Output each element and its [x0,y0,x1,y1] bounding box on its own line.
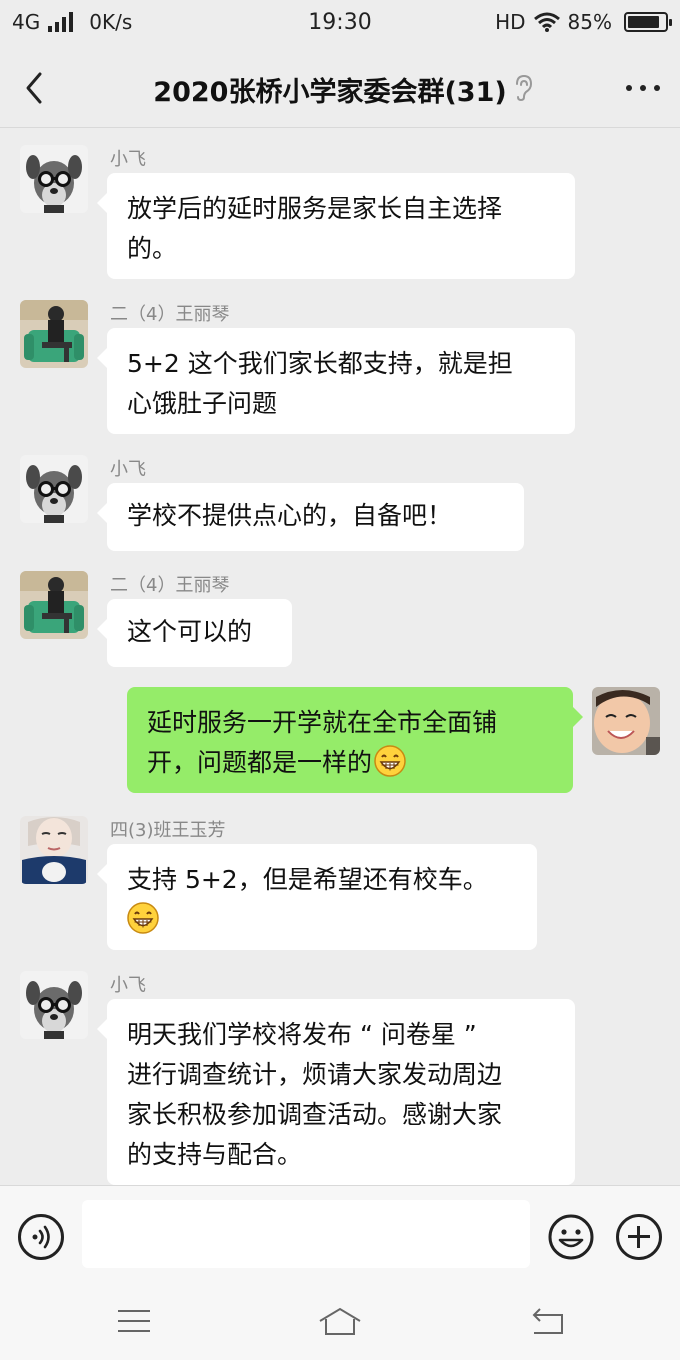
system-nav-bar [0,1283,680,1360]
back-arrow-icon[interactable] [528,1305,568,1337]
grin-emoji-icon [374,745,406,777]
person-on-green-chair-avatar [20,571,88,639]
message-line: 心饿肚子问题 [127,389,278,418]
avatar[interactable] [20,145,88,213]
status-bar: 4G 0K/s 19:30 HD 85% [0,0,680,48]
message-list[interactable]: 小飞 放学后的延时服务是家长自主选择 的。 二（4）王丽琴 5+2 这个我们家长… [0,129,680,1185]
message-line: 学校不提供点心的，自备吧！ [127,501,453,530]
battery-fill [628,16,659,28]
message-line: 家长积极参加调查活动。感谢大家 [127,1100,503,1129]
dog-with-glasses-avatar [20,971,88,1039]
woman-portrait-avatar [20,816,88,884]
message-bubble[interactable]: 支持 5+2，但是希望还有校车。 [97,844,537,950]
message-line [127,900,517,940]
dog-with-glasses-avatar [20,145,88,213]
sender-name: 小飞 [110,459,146,480]
sender-name: 二（4）王丽琴 [110,575,230,596]
message-bubble-self[interactable]: 延时服务一开学就在全市全面铺 开，问题都是一样的 [127,687,583,793]
avatar[interactable] [20,971,88,1039]
sender-name: 小飞 [110,975,146,996]
message-line: 延时服务一开学就在全市全面铺 [147,708,498,737]
message-bubble[interactable]: 这个可以的 [97,599,292,667]
menu-icon[interactable] [114,1305,154,1337]
avatar[interactable] [592,687,660,755]
chat-title: 2020张桥小学家委会群(31) [153,77,507,108]
message-line: 这个可以的 [127,617,253,646]
message-input[interactable] [82,1200,530,1268]
voice-icon[interactable] [18,1214,64,1260]
message-line: 放学后的延时服务是家长自主选择 [127,194,503,223]
message-line: 的支持与配合。 [127,1140,303,1169]
hd-indicator: HD [495,10,526,34]
message-line-text: 开，问题都是一样的 [147,748,373,777]
status-right: HD 85% [495,10,672,34]
avatar[interactable] [20,455,88,523]
message-line: 开，问题都是一样的 [147,743,553,783]
wifi-icon [533,12,560,32]
message-line: 5+2 这个我们家长都支持，就是担 [127,349,513,378]
dog-with-glasses-avatar [20,455,88,523]
battery-percent: 85% [567,10,612,34]
more-dots-icon[interactable] [626,78,660,98]
avatar[interactable] [20,300,88,368]
message-bubble[interactable]: 5+2 这个我们家长都支持，就是担 心饿肚子问题 [97,328,575,434]
smiling-child-avatar [592,687,660,755]
grin-emoji-icon [127,902,159,934]
ear-icon [516,74,533,102]
emoji-icon[interactable] [548,1214,594,1260]
avatar[interactable] [20,816,88,884]
chat-header: 2020张桥小学家委会群(31) [0,48,680,128]
sender-name: 四(3)班王玉芳 [110,820,226,841]
message-line: 进行调查统计，烦请大家发动周边 [127,1060,503,1089]
message-bubble[interactable]: 明天我们学校将发布 “ 问卷星 ” 进行调查统计，烦请大家发动周边 家长积极参加… [97,999,575,1185]
avatar[interactable] [20,571,88,639]
message-line: 明天我们学校将发布 “ 问卷星 ” [127,1020,477,1049]
message-bubble[interactable]: 学校不提供点心的，自备吧！ [97,483,524,551]
message-line: 的。 [127,234,178,263]
person-on-green-chair-avatar [20,300,88,368]
sender-name: 小飞 [110,149,146,170]
message-line: 支持 5+2，但是希望还有校车。 [127,865,488,894]
message-bubble[interactable]: 放学后的延时服务是家长自主选择 的。 [97,173,575,279]
sender-name: 二（4）王丽琴 [110,304,230,325]
plus-icon[interactable] [616,1214,662,1260]
home-icon[interactable] [316,1305,364,1337]
input-bar [0,1185,680,1283]
battery-icon [624,12,672,32]
